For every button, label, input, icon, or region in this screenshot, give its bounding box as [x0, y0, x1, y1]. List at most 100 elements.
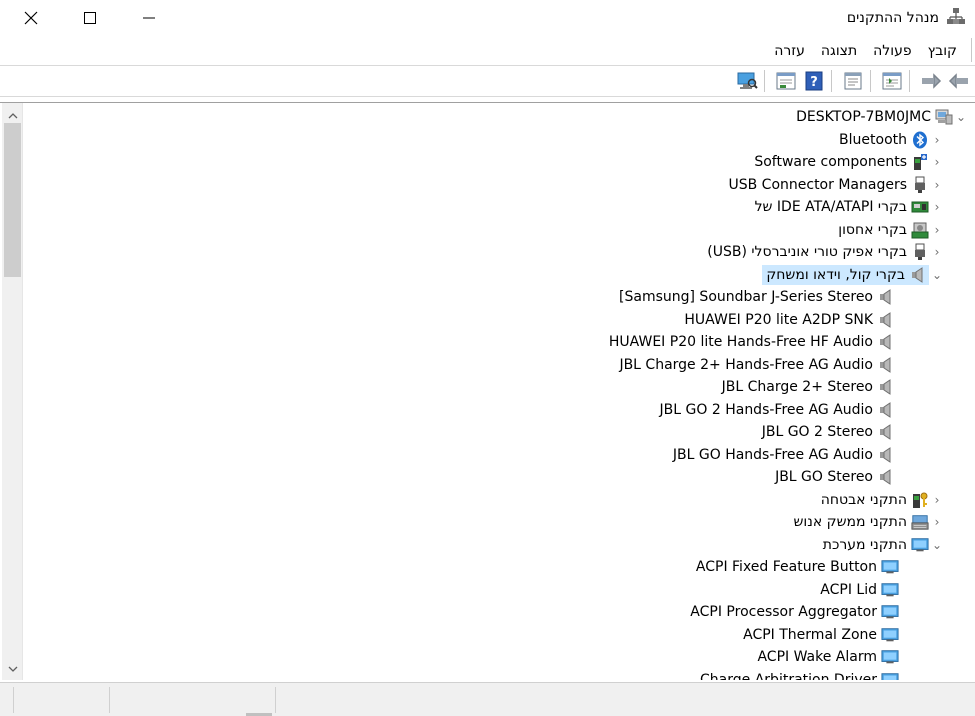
- tree-device-item[interactable]: ACPI Wake Alarm: [757, 646, 899, 668]
- tree-device-item[interactable]: JBL GO 2 Stereo: [762, 421, 895, 443]
- status-pane: [0, 687, 14, 713]
- menu-action[interactable]: פעולה: [865, 43, 919, 59]
- selected-item-highlight: בקרי קול, וידאו ומשחק: [762, 265, 929, 285]
- chevron-right-icon[interactable]: ›: [929, 129, 945, 151]
- scroll-thumb[interactable]: [4, 123, 21, 277]
- tree-category-usb-connector-managers[interactable]: › USB Connector Managers: [728, 174, 945, 196]
- tree-category-security-devices[interactable]: › התקני אבטחה: [821, 489, 945, 511]
- scan-hardware-icon: [737, 72, 758, 89]
- category-label: בקרי אחסון: [838, 222, 907, 238]
- title-bar: מנהל ההתקנים: [0, 0, 975, 36]
- toolbar-separator: [909, 70, 910, 92]
- device-label: [Samsung] Soundbar J-Series Stereo: [619, 289, 873, 305]
- show-hide-button[interactable]: [880, 69, 904, 93]
- chevron-down-icon[interactable]: ⌄: [929, 264, 945, 286]
- device-label: HUAWEI P20 lite Hands-Free HF Audio: [608, 334, 873, 350]
- system-device-icon: [881, 603, 899, 621]
- tree-category-sound-video-game[interactable]: ⌄ בקרי קול, וידאו ומשחק: [762, 264, 945, 286]
- forward-button[interactable]: [919, 69, 943, 93]
- chevron-right-icon[interactable]: ›: [929, 241, 945, 263]
- chevron-up-icon: [8, 112, 17, 118]
- system-device-icon: [881, 648, 899, 666]
- speaker-icon: [877, 446, 895, 464]
- tree-device-item[interactable]: ACPI Lid: [820, 579, 899, 601]
- speaker-icon: [877, 423, 895, 441]
- window-title: מנהל ההתקנים: [846, 10, 939, 26]
- tree-device-item[interactable]: Charge Arbitration Driver: [700, 669, 899, 680]
- tree-device-item[interactable]: ACPI Fixed Feature Button: [696, 556, 899, 578]
- svg-text:?: ?: [810, 75, 818, 90]
- chevron-down-icon[interactable]: ⌄: [929, 534, 945, 556]
- device-label: ACPI Wake Alarm: [757, 649, 877, 665]
- tree-device-item[interactable]: JBL GO Stereo: [775, 466, 895, 488]
- tree-category-storage-controllers[interactable]: › בקרי אחסון: [838, 219, 945, 241]
- chevron-right-icon[interactable]: ›: [929, 174, 945, 196]
- vertical-scrollbar[interactable]: [2, 103, 23, 680]
- menu-bar: קובץ פעולה תצוגה עזרה: [0, 38, 975, 64]
- maximize-button[interactable]: [61, 0, 119, 36]
- close-button[interactable]: [2, 0, 60, 36]
- tree-root[interactable]: ⌄ DESKTOP-7BM0JMC: [796, 106, 969, 128]
- tree-device-item[interactable]: JBL Charge 2+ Hands-Free AG Audio: [619, 354, 895, 376]
- software-component-icon: [911, 153, 929, 171]
- category-label: התקני ממשק אנוש: [793, 514, 907, 530]
- category-label: התקני אבטחה: [820, 492, 907, 508]
- tree-device-item[interactable]: ACPI Thermal Zone: [743, 624, 899, 646]
- device-label: JBL Charge 2+ Stereo: [721, 379, 873, 395]
- minimize-button[interactable]: [120, 0, 178, 36]
- show-hide-icon: [882, 72, 902, 90]
- properties-button[interactable]: [841, 69, 865, 93]
- device-label: JBL GO Hands-Free AG Audio: [672, 447, 873, 463]
- speaker-icon: [877, 311, 895, 329]
- tree-category-hid[interactable]: › התקני ממשק אנוש: [794, 511, 945, 533]
- device-tree[interactable]: ⌄ DESKTOP-7BM0JMC › Bluetooth › Software…: [0, 102, 975, 680]
- tree-category-usb-controllers[interactable]: › בקרי אפיק טורי אוניברסלי (USB): [707, 241, 945, 263]
- minimize-icon: [143, 17, 155, 19]
- scroll-up-button[interactable]: [2, 105, 23, 125]
- tree-device-item[interactable]: HUAWEI P20 lite A2DP SNK: [684, 309, 895, 331]
- scroll-down-button[interactable]: [2, 659, 23, 679]
- tree-device-item[interactable]: HUAWEI P20 lite Hands-Free HF Audio: [609, 331, 895, 353]
- chevron-right-icon[interactable]: ›: [929, 151, 945, 173]
- category-label: התקני מערכת: [822, 537, 907, 553]
- menu-file[interactable]: קובץ: [920, 43, 965, 59]
- tree-device-item[interactable]: JBL GO Hands-Free AG Audio: [673, 444, 895, 466]
- chevron-down-icon[interactable]: ⌄: [953, 106, 969, 128]
- category-label: בקרי קול, וידאו ומשחק: [766, 267, 905, 283]
- chevron-right-icon[interactable]: ›: [929, 196, 945, 218]
- help-button[interactable]: ?: [802, 69, 826, 93]
- tree-device-item[interactable]: [Samsung] Soundbar J-Series Stereo: [619, 286, 895, 308]
- chevron-right-icon[interactable]: ›: [929, 219, 945, 241]
- title-area: מנהל ההתקנים: [847, 6, 965, 30]
- device-label: JBL GO 2 Stereo: [761, 424, 873, 440]
- category-label: בקרי IDE ATA/ATAPI של: [754, 199, 907, 215]
- tree-device-item[interactable]: JBL GO 2 Hands-Free AG Audio: [660, 399, 895, 421]
- menu-view[interactable]: תצוגה: [813, 43, 865, 59]
- help-icon: ?: [805, 71, 823, 91]
- update-driver-button[interactable]: [774, 69, 798, 93]
- device-label: ACPI Thermal Zone: [743, 627, 877, 643]
- toolbar-separator: [831, 70, 832, 92]
- tree-category-ide-ata-atapi[interactable]: › בקרי IDE ATA/ATAPI של: [755, 196, 945, 218]
- menu-divider: [971, 38, 972, 62]
- tree-category-software-components[interactable]: › Software components: [754, 151, 945, 173]
- chevron-right-icon[interactable]: ›: [929, 511, 945, 533]
- tree-category-system-devices[interactable]: ⌄ התקני מערכת: [823, 534, 945, 556]
- maximize-icon: [84, 12, 96, 24]
- scan-hardware-button[interactable]: [735, 69, 759, 93]
- back-button[interactable]: [947, 69, 971, 93]
- tree-device-item[interactable]: JBL Charge 2+ Stereo: [722, 376, 895, 398]
- bluetooth-icon: [911, 131, 929, 149]
- category-label: Bluetooth: [839, 132, 907, 148]
- system-device-icon: [881, 581, 899, 599]
- tree-category-bluetooth[interactable]: › Bluetooth: [839, 129, 945, 151]
- app-icon: [947, 7, 965, 29]
- device-label: ACPI Processor Aggregator: [690, 604, 877, 620]
- system-device-icon: [881, 626, 899, 644]
- chevron-right-icon[interactable]: ›: [929, 489, 945, 511]
- system-device-icon: [881, 671, 899, 680]
- menu-help[interactable]: עזרה: [766, 43, 813, 59]
- hid-icon: [911, 513, 929, 531]
- speaker-icon: [877, 378, 895, 396]
- tree-device-item[interactable]: ACPI Processor Aggregator: [690, 601, 899, 623]
